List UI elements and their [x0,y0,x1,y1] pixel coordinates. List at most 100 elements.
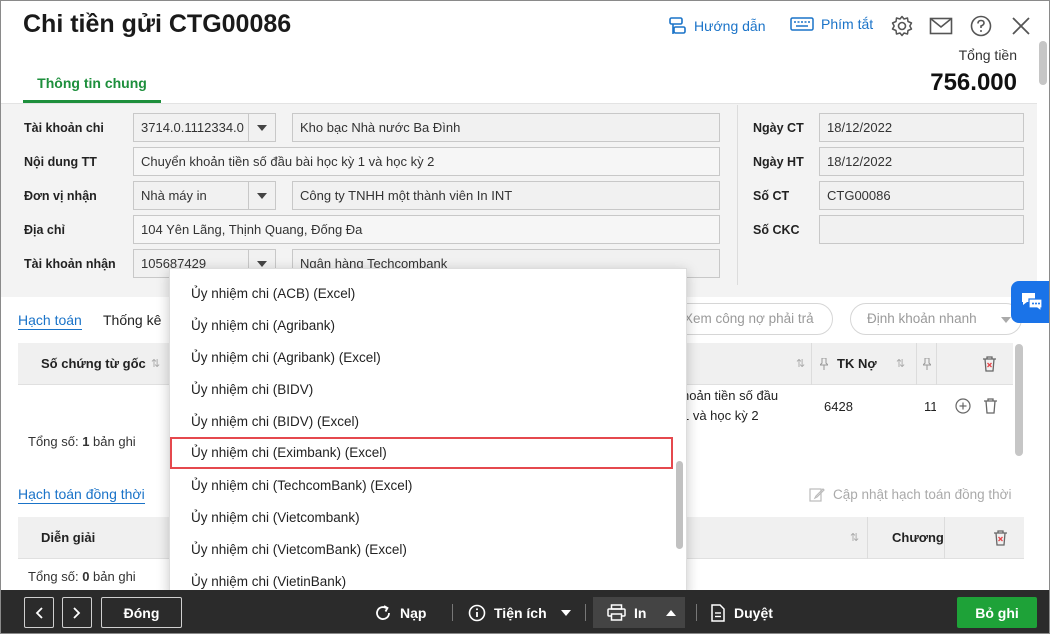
col-tk-no[interactable]: TK Nợ [837,343,877,385]
menu-item-agribank-excel[interactable]: Ủy nhiệm chi (Agribank) (Excel) [170,342,673,374]
date-ct-input[interactable]: 18/12/2022 [819,113,1024,142]
column-divider [811,343,812,385]
menu-item-acb-excel[interactable]: Ủy nhiệm chi (ACB) (Excel) [170,278,673,310]
so-ckc-label: Số CKC [753,223,800,237]
gear-icon [891,15,913,37]
guide-label: Hướng dẫn [694,18,766,34]
row1-desc-line1: hoản tiền số đầu [682,388,779,403]
receiver-name-field[interactable]: Công ty TNHH một thành viên In INT [292,181,720,210]
tab-hach-toan-dong-thoi[interactable]: Hạch toán đồng thời [18,486,145,504]
guide-link[interactable]: Hướng dẫn [669,16,765,36]
col-chuong[interactable]: Chương [892,517,944,559]
tab-general-info[interactable]: Thông tin chung [23,65,161,103]
shortcut-link[interactable]: Phím tắt [790,16,873,32]
column-divider [944,517,945,559]
row1-tk-no[interactable]: 6428 [824,399,853,414]
account-label: Tài khoản chi [24,121,104,135]
form-divider [737,105,738,285]
tab-thong-ke[interactable]: Thống kê [103,312,161,328]
edit-icon [809,488,825,502]
content-label: Nội dung TT [24,155,97,169]
keyboard-icon [790,17,814,31]
approve-button[interactable]: Duyệt [710,597,773,628]
quick-entry-label: Định khoản nhanh [867,311,977,326]
sort-icon[interactable]: ⇅ [796,357,805,370]
help-icon [970,15,992,37]
chevron-left-icon [35,606,43,619]
print-button[interactable]: In [593,597,685,628]
page-title: Chi tiền gửi CTG00086 [23,10,292,38]
date-ht-input[interactable]: 18/12/2022 [819,147,1024,176]
sort-icon[interactable]: ⇅ [151,357,160,370]
toolbar-divider [452,604,453,621]
toolbar-divider [696,604,697,621]
so-ct-label: Số CT [753,189,790,203]
printer-icon [607,604,626,621]
update-concurrent-label: Cập nhật hạch toán đồng thời [833,486,1012,502]
pin-icon[interactable] [923,358,931,370]
chat-button[interactable] [1011,281,1049,323]
email-button[interactable] [929,14,953,38]
menu-item-bidv-excel[interactable]: Ủy nhiệm chi (BIDV) (Excel) [170,406,673,438]
account-name-field[interactable]: Kho bạc Nhà nước Ba Đình [292,113,720,142]
delete-all-icon[interactable] [982,356,997,372]
receiver-dropdown[interactable] [248,181,276,210]
close-button[interactable] [1009,14,1033,38]
sort-icon[interactable]: ⇅ [850,531,859,544]
receiver-label: Đơn vị nhận [24,189,97,203]
address-input[interactable]: 104 Yên Lãng, Thịnh Quang, Đống Đa [133,215,720,244]
menu-item-bidv[interactable]: Ủy nhiệm chi (BIDV) [170,374,673,406]
menu-item-vietcombank-excel[interactable]: Ủy nhiệm chi (VietcomBank) (Excel) [170,534,673,566]
next-button[interactable] [62,597,92,628]
utility-label: Tiện ích [494,604,547,621]
account-dropdown[interactable] [248,113,276,142]
approve-label: Duyệt [734,604,773,621]
menu-scrollbar[interactable] [676,461,683,549]
close-form-button[interactable]: Đóng [101,597,182,628]
reload-label: Nạp [400,604,427,621]
chevron-down-icon [1001,317,1011,323]
delete-row-icon[interactable] [983,398,998,414]
menu-item-vietcombank[interactable]: Ủy nhiệm chi (Vietcombank) [170,502,673,534]
row1-next-col[interactable]: 11 [924,399,936,414]
content-input[interactable]: Chuyển khoản tiền số đầu bài học kỳ 1 và… [133,147,720,176]
col-dien-giai[interactable]: Diễn giải [41,517,95,559]
print-label: In [634,604,647,621]
pin-icon[interactable] [820,358,828,370]
utility-button[interactable]: Tiện ích [468,597,571,628]
concurrent-total-count: Tổng số: 0 bản ghi [28,569,136,584]
receiver-input[interactable]: Nhà máy in [133,181,249,210]
quick-entry-button[interactable]: Định khoản nhanh [850,303,1022,335]
sort-icon[interactable]: ⇅ [896,357,905,370]
view-payables-button[interactable]: Xem công nợ phải trả [667,303,833,335]
voucher-window: Chi tiền gửi CTG00086 Hướng dẫn Phím tắt… [0,0,1050,634]
column-divider [916,343,917,385]
account-input[interactable]: 3714.0.1112334.0 [133,113,249,142]
so-ckc-input[interactable] [819,215,1024,244]
update-concurrent-button[interactable]: Cập nhật hạch toán đồng thời [809,486,1012,502]
menu-item-eximbank-excel[interactable]: Ủy nhiệm chi (Eximbank) (Excel) [170,437,673,469]
reload-button[interactable]: Nạp [374,597,426,628]
col-so-chung-tu[interactable]: Số chứng từ gốc [41,343,146,385]
print-menu: Ủy nhiệm chi (ACB) (Excel) Ủy nhiệm chi … [169,268,687,597]
total-value: 756.000 [930,69,1017,96]
document-icon [711,603,725,622]
delete-all-icon[interactable] [993,530,1008,546]
caret-up-icon [666,609,677,616]
so-ct-input[interactable]: CTG00086 [819,181,1024,210]
chevron-right-icon [73,606,81,619]
tab-hach-toan[interactable]: Hạch toán [18,312,82,330]
footer-toolbar: Đóng Nạp Tiện ích In Duyệt Bỏ ghi [1,590,1049,633]
discard-button[interactable]: Bỏ ghi [957,597,1037,628]
settings-button[interactable] [890,14,914,38]
menu-item-techcombank-excel[interactable]: Ủy nhiệm chi (TechcomBank) (Excel) [170,470,673,502]
column-divider [867,517,868,559]
help-button[interactable] [969,14,993,38]
prev-button[interactable] [24,597,54,628]
window-scrollbar[interactable] [1039,41,1047,85]
date-ht-label: Ngày HT [753,155,804,169]
table-scrollbar[interactable] [1015,344,1023,456]
menu-item-agribank[interactable]: Ủy nhiệm chi (Agribank) [170,310,673,342]
add-row-icon[interactable] [955,398,971,414]
mail-icon [929,17,953,35]
